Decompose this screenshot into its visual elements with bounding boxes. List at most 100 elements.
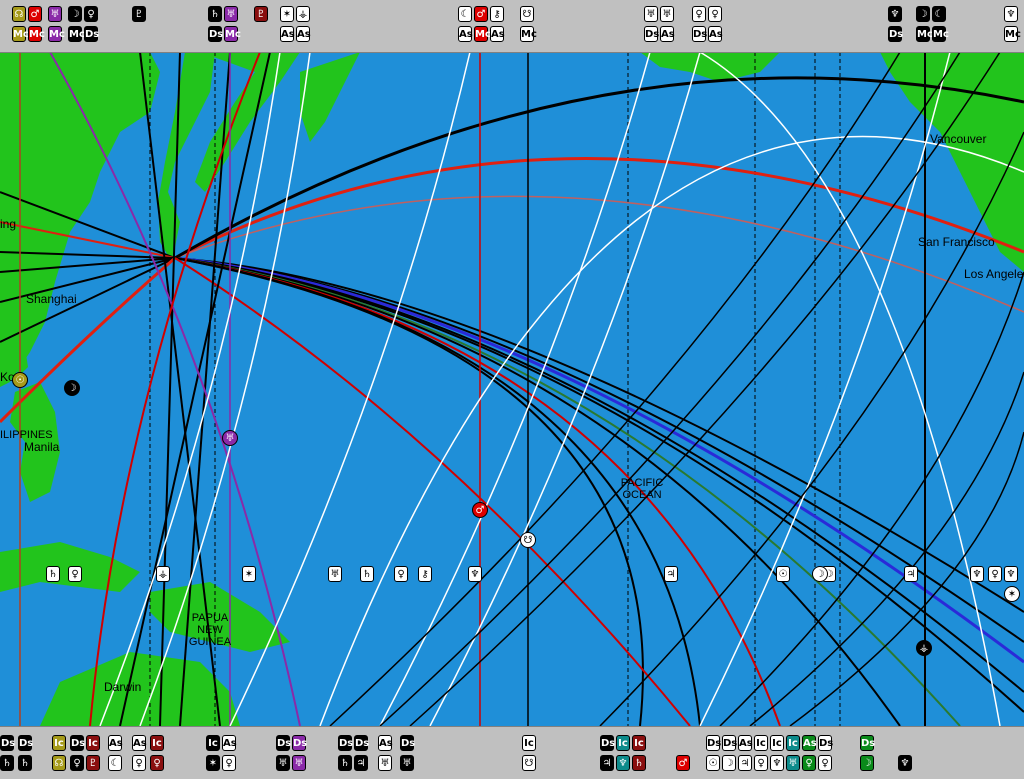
top-planet-glyph[interactable]: ☽: [68, 6, 82, 22]
top-planet-glyph[interactable]: ♅: [644, 6, 658, 22]
mid-map-planet-glyph[interactable]: ♄: [360, 566, 374, 582]
bottom-planet-glyph[interactable]: ♂: [676, 755, 690, 771]
top-angle-label[interactable]: Ds: [888, 26, 903, 42]
top-planet-glyph[interactable]: ♆: [1004, 6, 1018, 22]
top-planet-glyph[interactable]: ♂: [28, 6, 42, 22]
mid-map-planet-glyph[interactable]: ♃: [664, 566, 678, 582]
bottom-planet-glyph[interactable]: ♅: [400, 755, 414, 771]
bottom-angle-label[interactable]: Ds: [70, 735, 85, 751]
bottom-angle-label[interactable]: As: [222, 735, 237, 751]
top-planet-glyph[interactable]: ⚶: [296, 6, 310, 22]
top-planet-glyph[interactable]: ♂: [474, 6, 488, 22]
bottom-angle-label[interactable]: Ds: [276, 735, 291, 751]
top-planet-glyph[interactable]: ♅: [48, 6, 62, 22]
map-planet-marker[interactable]: ♅: [222, 430, 238, 446]
bottom-angle-label[interactable]: Ds: [706, 735, 721, 751]
top-planet-glyph[interactable]: ☽: [916, 6, 930, 22]
bottom-planet-glyph[interactable]: ♄: [338, 755, 352, 771]
mid-map-planet-glyph[interactable]: ♃: [904, 566, 918, 582]
top-angle-label[interactable]: As: [660, 26, 675, 42]
mid-map-planet-glyph[interactable]: ✶: [242, 566, 256, 582]
bottom-angle-label[interactable]: Ic: [770, 735, 784, 751]
bottom-planet-glyph[interactable]: ♅: [292, 755, 306, 771]
bottom-planet-glyph[interactable]: ♄: [632, 755, 646, 771]
map-planet-marker[interactable]: ✶: [1004, 586, 1020, 602]
bottom-angle-label[interactable]: Ic: [150, 735, 164, 751]
top-planet-glyph[interactable]: ♀: [692, 6, 706, 22]
bottom-angle-label[interactable]: Ds: [600, 735, 615, 751]
mid-map-planet-glyph[interactable]: ☉: [776, 566, 790, 582]
mid-map-planet-glyph[interactable]: ♆: [1004, 566, 1018, 582]
top-angle-label[interactable]: As: [458, 26, 473, 42]
bottom-planet-glyph[interactable]: ♃: [354, 755, 368, 771]
mid-map-planet-glyph[interactable]: ♅: [328, 566, 342, 582]
top-planet-glyph[interactable]: ☾: [932, 6, 946, 22]
bottom-angle-label[interactable]: As: [738, 735, 753, 751]
bottom-planet-glyph[interactable]: ♀: [818, 755, 832, 771]
mid-map-planet-glyph[interactable]: ♄: [46, 566, 60, 582]
bottom-planet-glyph[interactable]: ♅: [378, 755, 392, 771]
bottom-planet-glyph[interactable]: ♆: [770, 755, 784, 771]
bottom-angle-label[interactable]: Ic: [52, 735, 66, 751]
top-angle-label[interactable]: Mc: [48, 26, 65, 42]
top-planet-glyph[interactable]: ♄: [208, 6, 222, 22]
top-planet-glyph[interactable]: ☊: [12, 6, 26, 22]
bottom-angle-label[interactable]: Ic: [86, 735, 100, 751]
map-planet-marker[interactable]: ⚶: [916, 640, 932, 656]
map-canvas[interactable]: [0, 51, 1024, 727]
top-planet-glyph[interactable]: ♀: [84, 6, 98, 22]
bottom-planet-glyph[interactable]: ♀: [70, 755, 84, 771]
top-planet-glyph[interactable]: ✶: [280, 6, 294, 22]
map-planet-marker[interactable]: ☋: [520, 532, 536, 548]
top-planet-glyph[interactable]: ⚷: [490, 6, 504, 22]
top-angle-label[interactable]: Mc: [224, 26, 241, 42]
bottom-planet-glyph[interactable]: ☾: [108, 755, 122, 771]
bottom-planet-glyph[interactable]: ♃: [738, 755, 752, 771]
top-angle-label[interactable]: As: [708, 26, 723, 42]
top-angle-label[interactable]: Mc: [1004, 26, 1021, 42]
top-angle-label[interactable]: Ds: [692, 26, 707, 42]
bottom-angle-label[interactable]: Ic: [522, 735, 536, 751]
top-angle-label[interactable]: Mc: [520, 26, 537, 42]
top-planet-glyph[interactable]: ♅: [660, 6, 674, 22]
map-planet-marker[interactable]: ☉: [12, 372, 28, 388]
bottom-angle-label[interactable]: Ds: [18, 735, 33, 751]
top-angle-label[interactable]: Mc: [68, 26, 85, 42]
top-planet-glyph[interactable]: ☋: [520, 6, 534, 22]
mid-map-planet-glyph[interactable]: ⚷: [418, 566, 432, 582]
bottom-angle-label[interactable]: As: [108, 735, 123, 751]
bottom-planet-glyph[interactable]: ☊: [52, 755, 66, 771]
bottom-planet-glyph[interactable]: ♀: [150, 755, 164, 771]
top-angle-label[interactable]: Mc: [28, 26, 45, 42]
bottom-angle-label[interactable]: Ic: [632, 735, 646, 751]
top-angle-label[interactable]: As: [490, 26, 505, 42]
top-angle-label[interactable]: Ds: [644, 26, 659, 42]
bottom-planet-glyph[interactable]: ♄: [0, 755, 14, 771]
top-angle-label[interactable]: As: [280, 26, 295, 42]
top-planet-glyph[interactable]: ♇: [132, 6, 146, 22]
bottom-angle-label[interactable]: Ds: [818, 735, 833, 751]
top-angle-label[interactable]: Ds: [208, 26, 223, 42]
bottom-planet-glyph[interactable]: ✶: [206, 755, 220, 771]
mid-map-planet-glyph[interactable]: ♀: [394, 566, 408, 582]
bottom-planet-glyph[interactable]: ♀: [754, 755, 768, 771]
world-map[interactable]: Vancouver San Francisco Los Angeles Shan…: [0, 51, 1024, 727]
mid-map-planet-glyph[interactable]: ♀: [988, 566, 1002, 582]
top-angle-label[interactable]: Ds: [84, 26, 99, 42]
top-angle-label[interactable]: Mc: [474, 26, 491, 42]
bottom-planet-glyph[interactable]: ☋: [522, 755, 536, 771]
bottom-planet-glyph[interactable]: ♀: [132, 755, 146, 771]
top-angle-label[interactable]: Mc: [916, 26, 933, 42]
bottom-angle-label[interactable]: Ds: [354, 735, 369, 751]
bottom-angle-label[interactable]: As: [802, 735, 817, 751]
top-planet-glyph[interactable]: ♀: [708, 6, 722, 22]
bottom-planet-glyph[interactable]: ☉: [706, 755, 720, 771]
mid-map-planet-glyph[interactable]: ⚶: [156, 566, 170, 582]
mid-map-planet-glyph[interactable]: ♀: [68, 566, 82, 582]
mid-map-planet-glyph[interactable]: ♆: [970, 566, 984, 582]
bottom-angle-label[interactable]: Ds: [338, 735, 353, 751]
bottom-angle-label[interactable]: Ic: [206, 735, 220, 751]
map-planet-marker[interactable]: ☽: [812, 566, 828, 582]
bottom-angle-label[interactable]: Ds: [860, 735, 875, 751]
bottom-planet-glyph[interactable]: ♆: [898, 755, 912, 771]
